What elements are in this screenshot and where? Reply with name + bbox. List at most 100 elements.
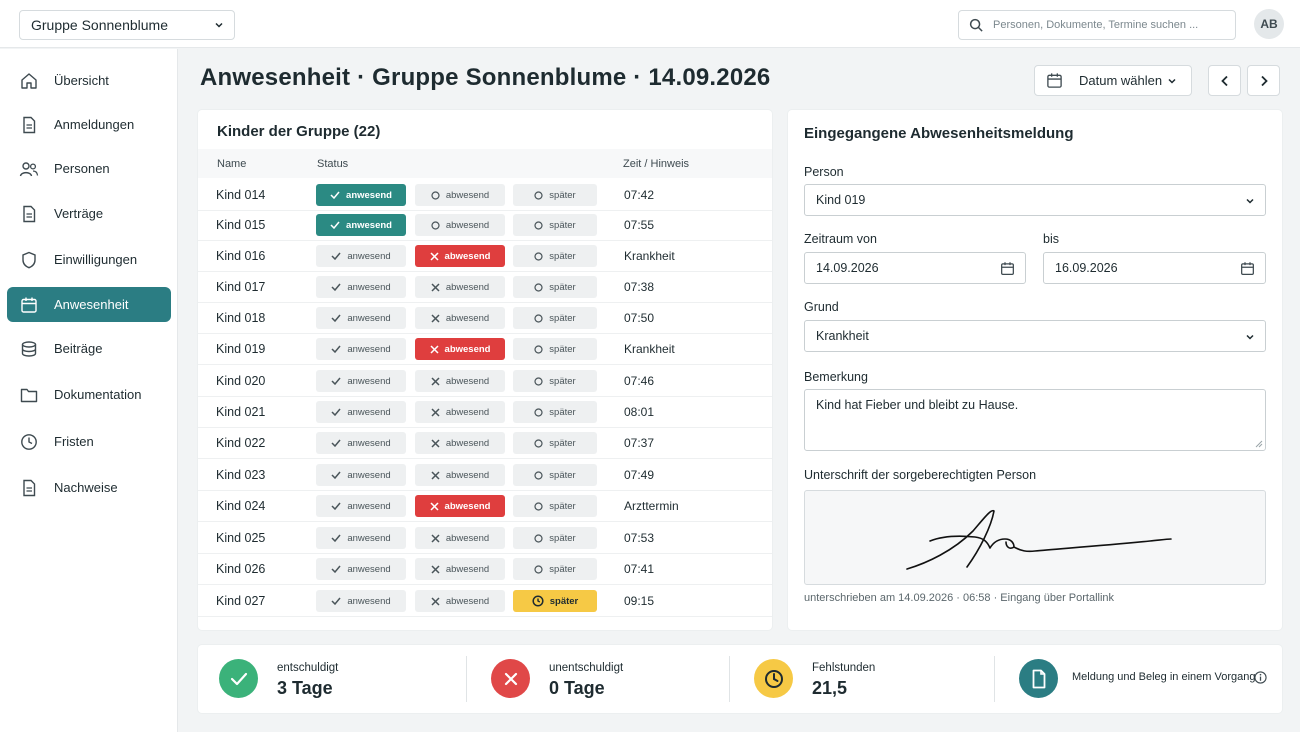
resize-grip-icon[interactable] xyxy=(1255,440,1263,448)
sidebar-item-einwilligungen[interactable]: Einwilligungen xyxy=(7,242,171,277)
late-toggle[interactable]: später xyxy=(513,245,597,267)
to-date-field[interactable]: 16.09.2026 xyxy=(1043,252,1266,284)
late-toggle[interactable]: später xyxy=(513,432,597,454)
absent-toggle[interactable]: abwesend xyxy=(415,245,505,267)
stat-unexcused-label: unentschuldigt xyxy=(549,662,624,674)
person-select[interactable]: Kind 019 xyxy=(804,184,1266,216)
late-toggle[interactable]: später xyxy=(513,527,597,549)
time-note: 09:15 xyxy=(624,594,655,608)
clock-icon xyxy=(19,432,39,452)
time-note: Krankheit xyxy=(624,249,675,263)
from-label: Zeitraum von xyxy=(804,232,877,246)
absent-toggle[interactable]: abwesend xyxy=(415,464,505,486)
sidebar-item-uebersicht[interactable]: Übersicht xyxy=(7,63,171,98)
sidebar-item-fristen[interactable]: Fristen xyxy=(7,424,171,459)
absent-toggle[interactable]: abwesend xyxy=(415,432,505,454)
present-toggle[interactable]: anwesend xyxy=(316,590,406,612)
present-toggle[interactable]: anwesend xyxy=(316,338,406,360)
present-toggle[interactable]: anwesend xyxy=(316,401,406,423)
circle-icon xyxy=(534,220,543,230)
present-toggle[interactable]: anwesend xyxy=(316,214,406,236)
late-toggle[interactable]: später xyxy=(513,214,597,236)
check-icon xyxy=(331,471,341,479)
late-toggle[interactable]: später xyxy=(513,276,597,298)
late-toggle[interactable]: später xyxy=(513,401,597,423)
remark-textarea[interactable]: Kind hat Fieber und bleibt zu Hause. xyxy=(804,389,1266,451)
table-row: Kind 018 anwesend abwesend später 07:50 xyxy=(198,303,772,334)
calendar-icon xyxy=(1047,73,1062,88)
chevron-down-icon xyxy=(215,22,223,28)
users-icon xyxy=(19,159,39,179)
late-toggle[interactable]: später xyxy=(513,558,597,580)
present-toggle[interactable]: anwesend xyxy=(316,184,406,206)
late-toggle[interactable]: später xyxy=(513,495,597,517)
absent-toggle[interactable]: abwesend xyxy=(415,214,505,236)
late-toggle[interactable]: später xyxy=(513,590,597,612)
absent-label: abwesend xyxy=(445,312,490,324)
signature-label: Unterschrift der sorgeberechtigten Perso… xyxy=(804,468,1037,482)
next-day-button[interactable] xyxy=(1247,65,1280,96)
time-note: 07:37 xyxy=(624,436,655,450)
sidebar-item-dokumentation[interactable]: Dokumentation xyxy=(7,377,171,412)
prev-day-button[interactable] xyxy=(1208,65,1241,96)
late-label: später xyxy=(549,375,576,387)
late-toggle[interactable]: später xyxy=(513,307,597,329)
to-date-value: 16.09.2026 xyxy=(1055,261,1118,275)
late-toggle[interactable]: später xyxy=(513,184,597,206)
absent-toggle[interactable]: abwesend xyxy=(415,558,505,580)
check-icon xyxy=(331,283,341,291)
late-label: später xyxy=(549,500,576,512)
sidebar-item-personen[interactable]: Personen xyxy=(7,151,171,186)
home-icon xyxy=(19,71,39,91)
circle-icon xyxy=(534,313,543,323)
info-icon[interactable] xyxy=(1254,671,1267,684)
absent-toggle[interactable]: abwesend xyxy=(415,338,505,360)
absent-toggle[interactable]: abwesend xyxy=(415,276,505,298)
calendar-icon[interactable] xyxy=(1000,261,1015,276)
late-toggle[interactable]: später xyxy=(513,338,597,360)
sidebar-item-nachweise[interactable]: Nachweise xyxy=(7,470,171,505)
table-row: Kind 023 anwesend abwesend später 07:49 xyxy=(198,460,772,491)
sidebar-item-anmeldungen[interactable]: Anmeldungen xyxy=(7,107,171,142)
present-toggle[interactable]: anwesend xyxy=(316,558,406,580)
avatar[interactable]: AB xyxy=(1254,9,1284,39)
sidebar-item-anwesenheit[interactable]: Anwesenheit xyxy=(7,287,171,322)
reason-select[interactable]: Krankheit xyxy=(804,320,1266,352)
present-toggle[interactable]: anwesend xyxy=(316,276,406,298)
search-input[interactable]: Personen, Dokumente, Termine suchen ... xyxy=(958,10,1236,40)
date-picker-button[interactable]: Datum wählen xyxy=(1034,65,1192,96)
present-label: anwesend xyxy=(347,595,391,607)
absent-label: abwesend xyxy=(444,343,491,355)
present-toggle[interactable]: anwesend xyxy=(316,370,406,392)
present-toggle[interactable]: anwesend xyxy=(316,307,406,329)
absent-toggle[interactable]: abwesend xyxy=(415,370,505,392)
late-toggle[interactable]: später xyxy=(513,464,597,486)
present-label: anwesend xyxy=(347,312,391,324)
present-toggle[interactable]: anwesend xyxy=(316,245,406,267)
absent-label: abwesend xyxy=(444,250,491,262)
x-icon xyxy=(504,672,517,685)
present-toggle[interactable]: anwesend xyxy=(316,527,406,549)
calendar-icon[interactable] xyxy=(1240,261,1255,276)
absent-toggle[interactable]: abwesend xyxy=(415,401,505,423)
sidebar-item-vertraege[interactable]: Verträge xyxy=(7,196,171,231)
absent-toggle[interactable]: abwesend xyxy=(415,307,505,329)
present-toggle[interactable]: anwesend xyxy=(316,495,406,517)
absent-toggle[interactable]: abwesend xyxy=(415,184,505,206)
stat-excused-badge xyxy=(219,659,258,698)
late-toggle[interactable]: später xyxy=(513,370,597,392)
group-select[interactable]: Gruppe Sonnenblume xyxy=(19,10,235,40)
table-row: Kind 025 anwesend abwesend später 07:53 xyxy=(198,523,772,554)
stat-excused-value: 3 Tage xyxy=(277,678,333,698)
present-toggle[interactable]: anwesend xyxy=(316,432,406,454)
absent-label: abwesend xyxy=(445,563,490,575)
absent-toggle[interactable]: abwesend xyxy=(415,527,505,549)
absent-toggle[interactable]: abwesend xyxy=(415,590,505,612)
absent-toggle[interactable]: abwesend xyxy=(415,495,505,517)
sidebar-item-beitraege[interactable]: Beiträge xyxy=(7,331,171,366)
absent-label: abwesend xyxy=(445,189,490,201)
present-label: anwesend xyxy=(346,189,392,201)
late-label: später xyxy=(549,595,579,607)
from-date-field[interactable]: 14.09.2026 xyxy=(804,252,1026,284)
present-toggle[interactable]: anwesend xyxy=(316,464,406,486)
